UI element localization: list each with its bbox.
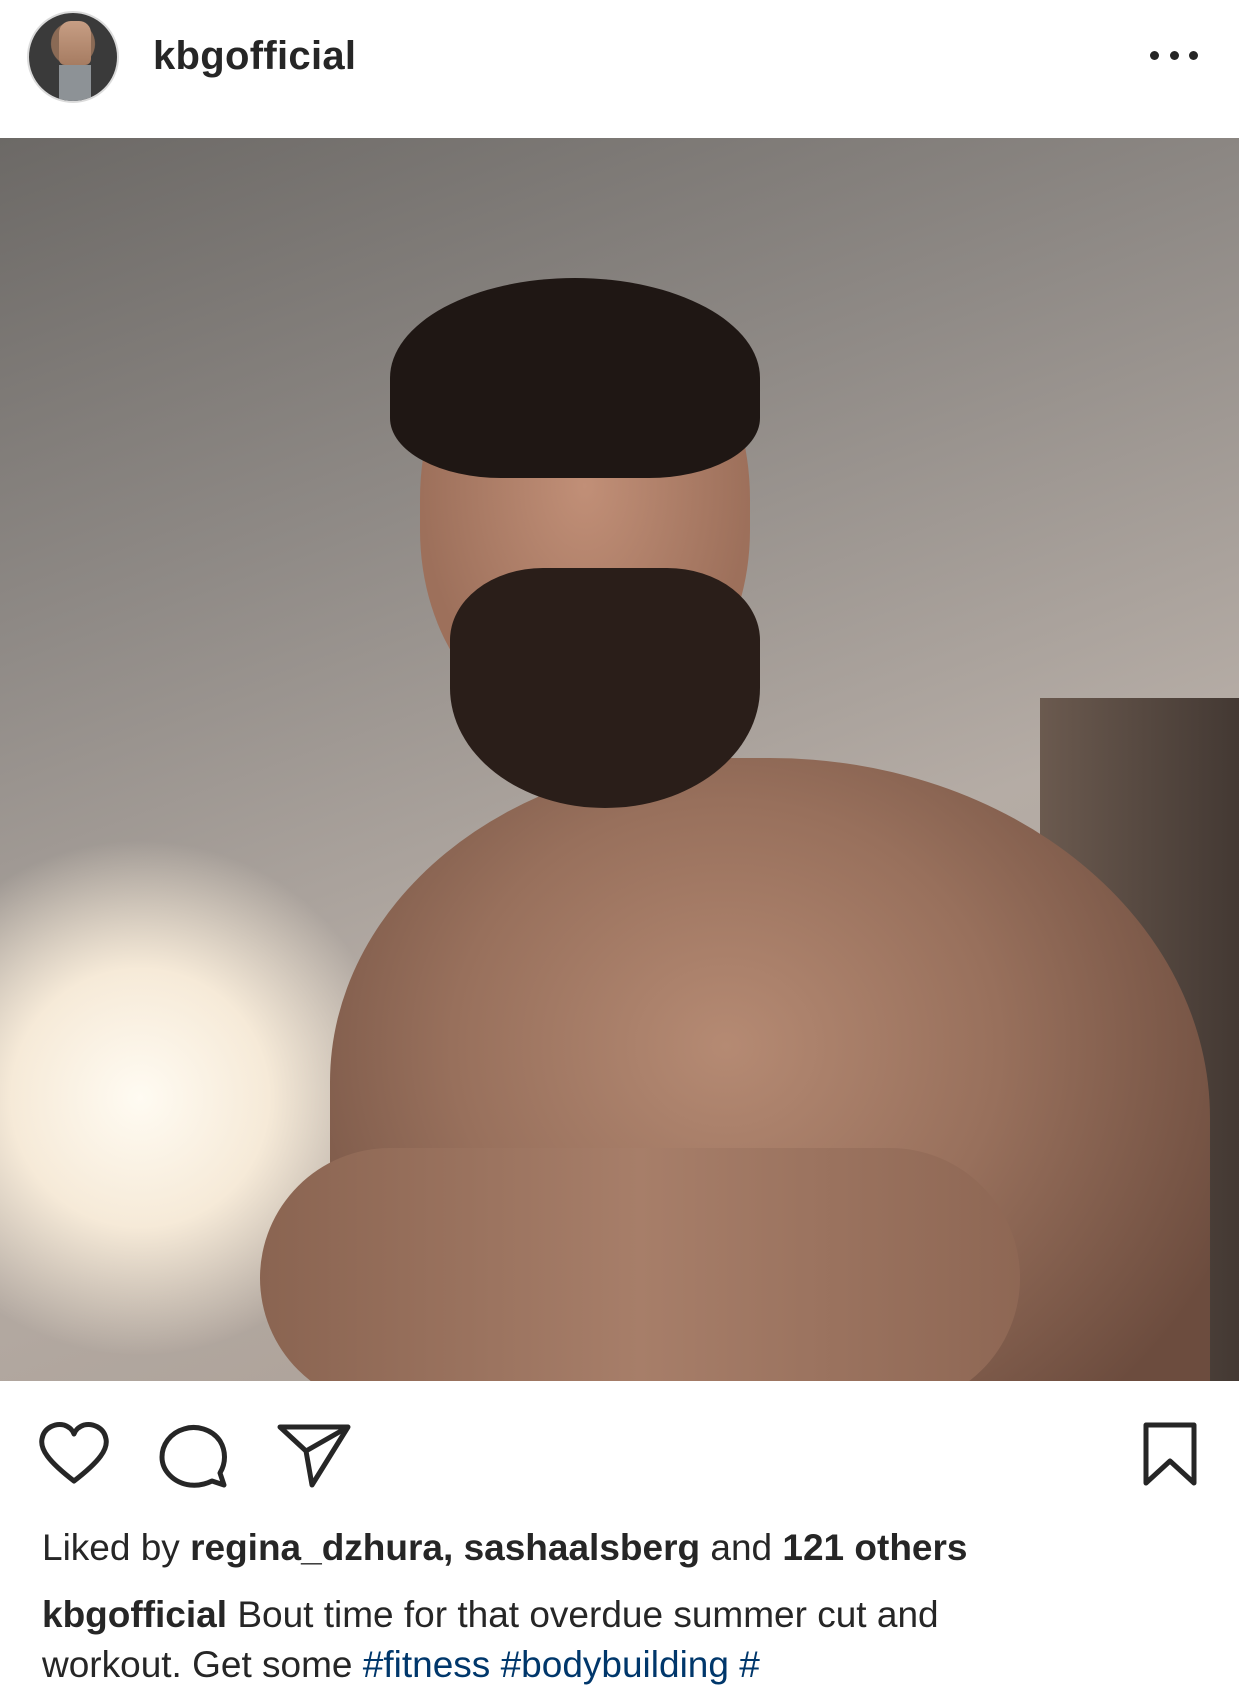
more-dot [1150, 50, 1159, 60]
likes-others[interactable]: 121 others [782, 1527, 967, 1568]
likes-conj: and [710, 1527, 773, 1568]
caption-line2-text: workout. Get some [42, 1644, 363, 1685]
avatar-legs [59, 65, 91, 101]
more-dot [1169, 50, 1179, 60]
share-icon[interactable] [276, 1421, 352, 1489]
avatar-torso [59, 21, 91, 65]
post-header: kbgofficial [0, 0, 1239, 138]
photo-beard [450, 568, 760, 808]
likes-prefix: Liked by [42, 1527, 180, 1568]
post-photo[interactable] [0, 138, 1239, 1381]
more-dot [1189, 50, 1198, 60]
caption-username[interactable]: kbgofficial [42, 1594, 227, 1635]
caption-line2: workout. Get some #fitness #bodybuilding… [42, 1644, 760, 1686]
bookmark-icon[interactable] [1142, 1421, 1198, 1487]
comment-icon[interactable] [158, 1421, 230, 1489]
caption-hashtags[interactable]: #fitness #bodybuilding # [363, 1644, 760, 1685]
liker-2[interactable]: sashaalsberg [464, 1527, 701, 1568]
caption-text: Bout time for that overdue summer cut an… [237, 1594, 939, 1635]
likes-summary[interactable]: Liked by regina_dzhura, sashaalsberg and… [42, 1527, 967, 1569]
liker-1[interactable]: regina_dzhura, [190, 1527, 453, 1568]
post-username[interactable]: kbgofficial [153, 34, 356, 79]
avatar[interactable] [27, 11, 119, 103]
photo-arm [260, 1148, 1020, 1381]
more-horizontal-icon[interactable] [1150, 40, 1198, 70]
heart-icon[interactable] [38, 1421, 110, 1485]
action-bar [0, 1381, 1239, 1501]
photo-hair [390, 278, 760, 478]
caption: kbgofficial Bout time for that overdue s… [42, 1594, 939, 1636]
